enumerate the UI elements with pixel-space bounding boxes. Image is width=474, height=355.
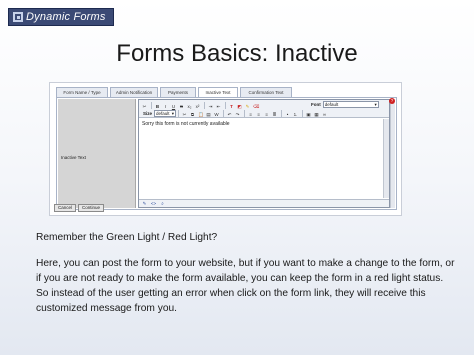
text-color-icon[interactable]: T xyxy=(228,102,235,109)
undo-icon[interactable]: ↶ xyxy=(226,110,233,117)
tab-confirmation-text[interactable]: Confirmation Text xyxy=(240,87,292,97)
align-center-icon[interactable]: ≡ xyxy=(255,110,262,117)
toolbar-row-1: ✂ B I U S x₂ x² ⇥ ⇤ T ◩ ✎ ⌫ xyxy=(141,101,260,109)
redo-icon[interactable]: ↷ xyxy=(234,110,241,117)
italic-icon[interactable]: I xyxy=(162,102,169,109)
paste-word-icon[interactable]: W xyxy=(213,110,220,117)
subscript-icon[interactable]: x₂ xyxy=(186,102,193,109)
link-icon[interactable]: ∞ xyxy=(321,110,328,117)
justify-icon[interactable]: ≣ xyxy=(271,110,278,117)
toolbar-row-2: Size default ✂ ⧉ 📋 ▤ W ↶ ↷ ≡ ≡ ≡ ≣ xyxy=(141,109,329,117)
size-label: Size xyxy=(143,110,153,116)
form-tabs: Form Name / Type Admin Notification Paym… xyxy=(56,87,294,97)
editor-status-bar: ✎ <> ⌕ xyxy=(139,199,389,207)
body-paragraph-1: Remember the Green Light / Red Light? xyxy=(36,232,218,243)
field-label: Inactive Text xyxy=(61,155,86,160)
tab-form-name-type[interactable]: Form Name / Type xyxy=(56,87,108,97)
align-left-icon[interactable]: ≡ xyxy=(247,110,254,117)
dynamic-forms-logo: Dynamic Forms xyxy=(8,8,114,26)
tab-admin-notification[interactable]: Admin Notification xyxy=(110,87,158,97)
copy-icon[interactable]: ⧉ xyxy=(189,110,196,117)
superscript-icon[interactable]: x² xyxy=(194,102,201,109)
toolbar-divider xyxy=(151,101,152,109)
tab-payments[interactable]: Payments xyxy=(160,87,196,97)
size-select[interactable]: default xyxy=(154,109,177,117)
toolbar-divider xyxy=(225,101,226,109)
table-icon[interactable]: ▦ xyxy=(313,110,320,117)
bg-color-icon[interactable]: ◩ xyxy=(236,102,243,109)
form-editor-screenshot: Form Name / Type Admin Notification Paym… xyxy=(49,82,402,216)
help-icon[interactable]: ? xyxy=(389,98,395,104)
outdent-icon[interactable]: ⇤ xyxy=(215,102,222,109)
design-mode-icon[interactable]: ✎ xyxy=(141,201,148,207)
highlight-icon[interactable]: ✎ xyxy=(244,102,251,109)
bullet-list-icon[interactable]: • xyxy=(284,110,291,117)
body-paragraph-2: Here, you can post the form to your webs… xyxy=(36,258,455,314)
number-list-icon[interactable]: 1. xyxy=(292,110,299,117)
editor-toolbar: ✂ B I U S x₂ x² ⇥ ⇤ T ◩ ✎ ⌫ Font default… xyxy=(139,100,389,118)
inactive-text-form: Inactive Text ✂ B I U S x₂ x² ⇥ ⇤ T ◩ ✎ … xyxy=(56,97,397,210)
form-scrollbar[interactable]: ? xyxy=(389,98,395,208)
paste-text-icon[interactable]: ▤ xyxy=(205,110,212,117)
font-select[interactable]: default xyxy=(322,101,379,108)
form-buttons: Cancel Continue xyxy=(54,204,106,212)
rich-text-editor[interactable]: ✂ B I U S x₂ x² ⇥ ⇤ T ◩ ✎ ⌫ Font default… xyxy=(138,99,390,208)
paste-icon[interactable]: 📋 xyxy=(197,110,204,117)
cut-icon[interactable]: ✂ xyxy=(141,102,148,109)
continue-button[interactable]: Continue xyxy=(78,204,105,212)
tab-inactive-text[interactable]: Inactive Text xyxy=(198,87,238,97)
toolbar-divider xyxy=(178,109,180,117)
field-label-cell: Inactive Text xyxy=(58,99,136,208)
clear-format-icon[interactable]: ⌫ xyxy=(252,102,259,109)
font-label: Font xyxy=(311,102,321,107)
cut-icon[interactable]: ✂ xyxy=(181,110,188,117)
toolbar-divider xyxy=(302,109,304,117)
toolbar-divider xyxy=(281,109,283,117)
preview-icon[interactable]: ⌕ xyxy=(159,201,166,207)
toolbar-divider xyxy=(244,109,246,117)
editor-content[interactable]: Sorry this form is not currently availab… xyxy=(139,119,389,198)
font-selector-group: Font default xyxy=(309,101,379,108)
indent-icon[interactable]: ⇥ xyxy=(207,102,214,109)
html-mode-icon[interactable]: <> xyxy=(150,201,157,207)
logo-mark-icon xyxy=(13,12,23,22)
bold-icon[interactable]: B xyxy=(154,102,161,109)
cancel-button[interactable]: Cancel xyxy=(54,204,77,212)
align-right-icon[interactable]: ≡ xyxy=(263,110,270,117)
toolbar-divider xyxy=(223,109,225,117)
logo-text: Dynamic Forms xyxy=(26,11,106,23)
slide-title: Forms Basics: Inactive xyxy=(116,40,358,67)
toolbar-divider xyxy=(204,101,205,109)
editor-scrollbar[interactable] xyxy=(383,119,389,198)
underline-icon[interactable]: U xyxy=(170,102,177,109)
image-icon[interactable]: ▣ xyxy=(305,110,312,117)
strike-icon[interactable]: S xyxy=(178,102,185,109)
